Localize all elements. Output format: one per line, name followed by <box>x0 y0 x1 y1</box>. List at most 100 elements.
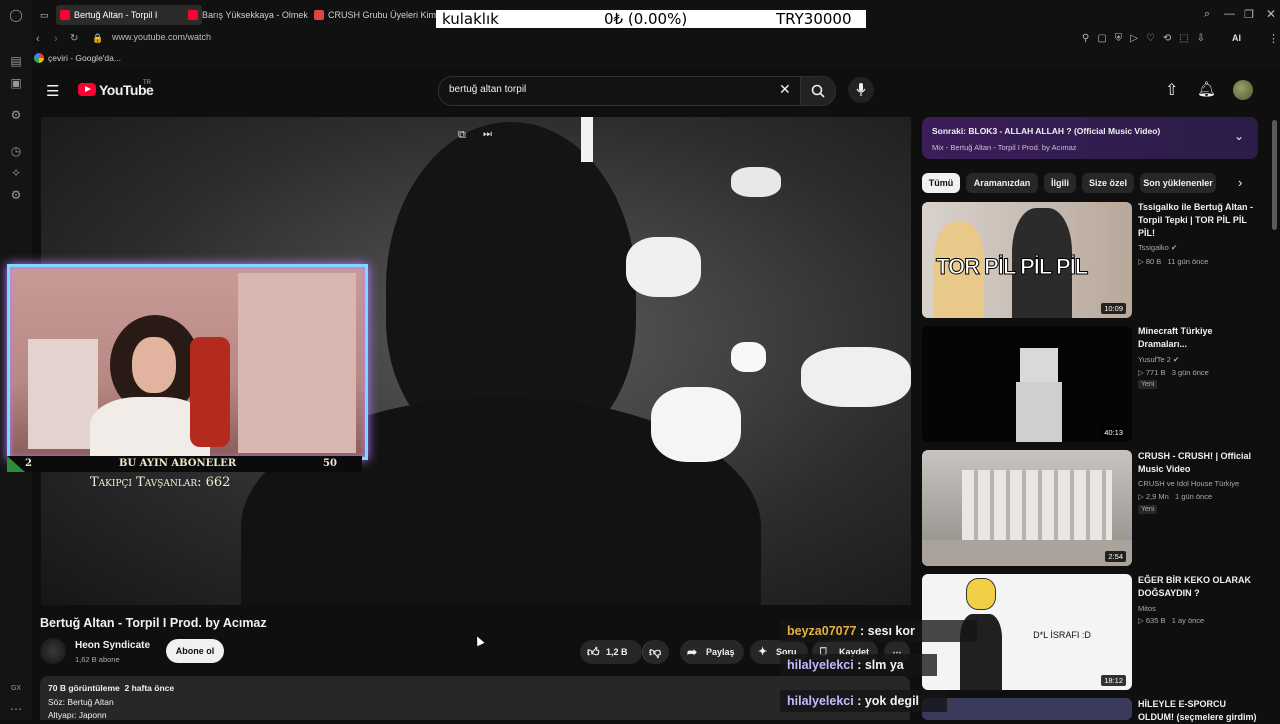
search-input[interactable]: bertuğ altan torpil ✕ <box>438 76 806 106</box>
settings-icon[interactable]: ⚙ <box>9 108 23 122</box>
ai-button[interactable]: AI <box>1232 33 1241 43</box>
subscriber-count: 1,62 B abone <box>75 655 120 664</box>
up-next-panel[interactable]: Sonraki: BLOK3 - ALLAH ALLAH ? (Official… <box>922 117 1258 159</box>
share-button[interactable]: ➦ Paylaş <box>680 640 744 664</box>
chip-related[interactable]: İlgili <box>1044 173 1076 193</box>
video-thumbnail[interactable]: 40:13 <box>922 326 1132 442</box>
channel-name[interactable]: Heon Syndicate <box>75 640 150 651</box>
news-icon[interactable]: ▤ <box>9 54 23 68</box>
rec-channel[interactable]: Mitos <box>1138 604 1156 613</box>
goal-target: 50 <box>323 458 337 469</box>
rec-channel[interactable]: YusufTe 2 ✔ <box>1138 355 1179 364</box>
chevron-right-icon[interactable]: › <box>1238 175 1242 190</box>
stock-ticker-overlay: kulaklık 0₺ (0.00%) TRY30000 <box>436 10 866 28</box>
like-button[interactable]: 👍︎ 1,2 B <box>580 640 642 664</box>
rec-title[interactable]: EĞER BİR KEKO OLARAK DOĞSAYDIN ? <box>1138 574 1258 600</box>
chip-all[interactable]: Tümü <box>922 173 960 193</box>
forward-icon[interactable]: › <box>54 33 58 45</box>
menu-icon[interactable]: ⋮ <box>1268 32 1279 45</box>
voice-search-button[interactable] <box>848 77 874 103</box>
rec-channel[interactable]: Tssigalko ✔ <box>1138 243 1177 252</box>
gx-icon[interactable]: GX <box>9 682 23 696</box>
clear-search-icon[interactable]: ✕ <box>779 81 791 98</box>
chat-username: hilalyelekci <box>787 694 854 708</box>
rec-title[interactable]: Minecraft Türkiye Dramaları... <box>1138 325 1258 351</box>
rec-channel[interactable]: CRUSH ve Idol House Türkiye <box>1138 479 1239 488</box>
gear-icon[interactable]: ⚙ <box>9 188 23 202</box>
video-smoke-patch <box>801 347 911 407</box>
youtube-logo-icon[interactable] <box>78 83 96 96</box>
video-thumbnail[interactable]: 2:54 <box>922 450 1132 566</box>
close-window-icon[interactable]: ✕ <box>1266 7 1276 21</box>
chip-for-you[interactable]: Size özel <box>1082 173 1134 193</box>
thumb-minecraft-body <box>1016 382 1062 442</box>
reload-icon[interactable]: ↻ <box>70 33 78 44</box>
view-count-date: 70 B görüntüleme 2 hafta önce <box>48 683 175 693</box>
miniplayer-icon[interactable]: ⧉ <box>458 129 466 142</box>
rec-meta: ▷ 771 B 3 gün önce <box>1138 368 1209 377</box>
new-badge: Yeni <box>1138 505 1158 514</box>
workspace-icon[interactable]: ▭ <box>40 5 52 25</box>
chip-from-search[interactable]: Aramanızdan <box>966 173 1038 193</box>
skip-next-icon[interactable]: ⏭ <box>483 129 492 140</box>
address-bar: ‹ › ↻ 🔒 ⚲▢⛨▷♡⟲⬚⇩ AI ⋮ <box>32 30 1280 50</box>
thumb-dancers <box>962 470 1112 540</box>
video-smoke-patch <box>731 342 766 372</box>
rec-meta: ▷ 80 B 11 gün önce <box>1138 257 1209 266</box>
search-button[interactable] <box>800 76 836 106</box>
bookmark-item[interactable]: çeviri - Google'da... <box>48 53 121 63</box>
chat-message: beyza07077 : sesı kor <box>780 620 977 642</box>
tab-bertug-altan[interactable]: Bertuğ Altan - Torpil I <box>56 5 202 25</box>
messenger-icon[interactable]: ▣ <box>9 76 23 90</box>
video-smoke-patch <box>731 167 781 197</box>
video-light-streak <box>581 117 593 162</box>
chevron-down-icon[interactable]: ⌄ <box>1234 129 1244 143</box>
video-thumbnail[interactable]: TOR PİL PİL PİL 10:09 <box>922 202 1132 318</box>
subscribe-button[interactable]: Abone ol <box>166 639 224 663</box>
page-favicon-icon <box>314 10 324 20</box>
restore-icon[interactable]: ❐ <box>1244 8 1254 21</box>
dislike-button[interactable]: 👎︎ <box>642 640 669 664</box>
notifications-bell-icon[interactable]: 🔔︎ <box>1197 80 1216 98</box>
youtube-favicon-icon <box>188 10 198 20</box>
tab-crush-grubu[interactable]: CRUSH Grubu Üyeleri Kim <box>310 5 448 25</box>
video-thumbnail[interactable] <box>922 698 1132 720</box>
hamburger-menu-icon[interactable]: ☰ <box>46 82 59 100</box>
thumb-minecraft-head <box>1020 348 1058 382</box>
chip-recently-uploaded[interactable]: Son yüklenenler <box>1140 173 1216 193</box>
rec-title[interactable]: CRUSH - CRUSH! | Official Music Video <box>1138 450 1258 476</box>
search-query: bertuğ altan torpil <box>449 84 527 95</box>
back-icon[interactable]: ‹ <box>36 33 40 45</box>
chat-message: hilalyelekci : yok degil <box>780 690 947 712</box>
extensions-icon[interactable]: ✧ <box>9 166 23 180</box>
search-tabs-icon[interactable]: ⌕ <box>1204 8 1210 21</box>
minimize-icon[interactable]: — <box>1224 8 1235 20</box>
chat-username: beyza07077 <box>787 624 857 638</box>
history-icon[interactable]: ◷ <box>9 144 23 158</box>
ticker-name: kulaklık <box>442 10 499 28</box>
tab-baris-yuksekkaya[interactable]: Barış Yüksekkaya - Olmek <box>184 5 320 25</box>
duration-badge: 2:54 <box>1105 551 1126 562</box>
rec-meta: ▷ 635 B 1 ay önce <box>1138 616 1205 625</box>
up-next-title: Sonraki: BLOK3 - ALLAH ALLAH ? (Official… <box>932 126 1161 136</box>
rec-meta: ▷ 2,9 Mn 1 gün önce <box>1138 492 1213 501</box>
rec-title[interactable]: HİLEYLE E-SPORCU OLDUM! (seçmelere girdi… <box>1138 698 1258 724</box>
goal-label: BU AYIN ABONELER <box>119 458 237 469</box>
share-label: Paylaş <box>706 647 735 657</box>
extension-icons[interactable]: ⚲▢⛨▷♡⟲⬚⇩ <box>1082 33 1213 44</box>
opera-logo-icon[interactable]: ◯ <box>9 8 23 22</box>
ticker-value: TRY30000 <box>776 10 852 28</box>
url-field[interactable]: www.youtube.com/watch <box>112 32 211 42</box>
avatar[interactable] <box>1233 80 1253 100</box>
upload-icon[interactable]: ⇧ <box>1165 80 1178 100</box>
webcam-person-face <box>132 337 176 393</box>
search-icon <box>811 84 825 98</box>
rec-title[interactable]: Tssigalko ile Bertuğ Altan - Torpil Tepk… <box>1138 201 1258 240</box>
sub-goal-bar: 2 BU AYIN ABONELER 50 <box>7 456 362 472</box>
channel-avatar[interactable] <box>40 638 66 664</box>
duration-badge: 10:09 <box>1101 303 1126 314</box>
page-scrollbar[interactable] <box>1272 120 1277 230</box>
chat-message: hilalyelekci : slm ya <box>780 654 937 676</box>
video-title: Bertuğ Altan - Torpil I Prod. by Acımaz <box>40 616 267 630</box>
more-icon[interactable]: ⋯ <box>9 702 23 716</box>
